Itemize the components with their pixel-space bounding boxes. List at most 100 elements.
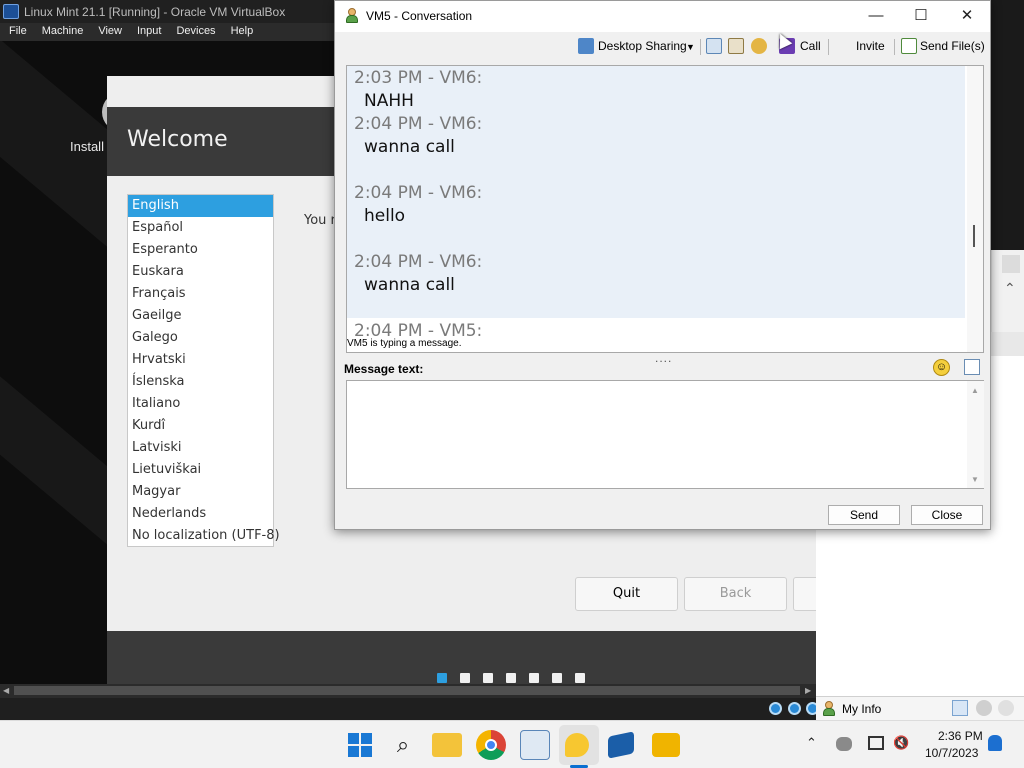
windows-start-icon[interactable] <box>345 730 375 760</box>
message-header: 2:04 PM - VM6: <box>354 183 483 203</box>
message-text: NAHH <box>364 91 414 111</box>
vbox-optical-drive-icon[interactable] <box>788 702 801 715</box>
installer-description: You r <box>304 213 336 228</box>
language-option[interactable]: Español <box>128 217 273 239</box>
step-indicator-dot <box>552 673 562 683</box>
chevron-up-icon[interactable]: ⌃ <box>1004 280 1016 297</box>
message-header: 2:04 PM - VM6: <box>354 114 483 134</box>
file-transfer-icon[interactable] <box>728 38 744 54</box>
virtualbox-icon[interactable] <box>608 731 634 759</box>
dropdown-arrow-icon[interactable]: ▼ <box>686 42 695 52</box>
scroll-right-arrow-icon[interactable]: ▶ <box>805 686 811 695</box>
gear-icon[interactable] <box>751 38 767 54</box>
back-button[interactable]: Back <box>684 577 787 611</box>
language-option[interactable]: Nederlands <box>128 503 273 525</box>
language-option[interactable]: Íslenska <box>128 371 273 393</box>
network-icon[interactable] <box>868 736 884 750</box>
send-file-icon[interactable] <box>901 38 917 54</box>
install-desktop-label[interactable]: Install <box>70 139 104 154</box>
message-history[interactable]: 2:03 PM - VM6: NAHH 2:04 PM - VM6: wanna… <box>346 65 984 353</box>
language-option[interactable]: Gaeilge <box>128 305 273 327</box>
quit-button[interactable]: Quit <box>575 577 678 611</box>
chrome-icon[interactable] <box>476 730 506 760</box>
scroll-down-arrow-icon[interactable]: ▼ <box>971 475 979 484</box>
search-icon[interactable]: ⌕ <box>388 730 418 760</box>
send-button[interactable]: Send <box>828 505 900 525</box>
my-info-label[interactable]: My Info <box>842 702 881 716</box>
menu-file[interactable]: File <box>0 23 33 37</box>
vbox-horizontal-scrollbar[interactable]: ◀ ▶ <box>0 684 816 698</box>
my-info-bar: My Info <box>816 696 1024 720</box>
vbox-storage-icon[interactable] <box>769 702 782 715</box>
history-scrollbar-thumb[interactable] <box>973 225 975 247</box>
menu-machine[interactable]: Machine <box>33 23 90 37</box>
vbox-titlebar[interactable]: Linux Mint 21.1 [Running] - Oracle VM Vi… <box>0 0 336 23</box>
message-input-value[interactable] <box>347 381 983 389</box>
status-offline-icon[interactable] <box>998 700 1014 716</box>
step-indicator-dot <box>483 673 493 683</box>
pane-button[interactable] <box>1002 255 1020 273</box>
language-option[interactable]: Italiano <box>128 393 273 415</box>
vbox-window-title: Linux Mint 21.1 [Running] - Oracle VM Vi… <box>24 5 286 19</box>
status-online-icon[interactable] <box>952 700 968 716</box>
invite-button[interactable]: Invite <box>856 39 885 53</box>
history-scrollbar[interactable] <box>967 66 983 352</box>
onedrive-icon[interactable] <box>836 737 852 751</box>
language-option[interactable]: Galego <box>128 327 273 349</box>
close-icon[interactable]: ✕ <box>952 7 982 25</box>
language-option[interactable]: Lietuviškai <box>128 459 273 481</box>
conversation-title: VM5 - Conversation <box>366 9 473 23</box>
contact-icon <box>822 701 835 717</box>
maximize-icon[interactable]: ☐ <box>906 7 936 25</box>
language-option[interactable]: Euskara <box>128 261 273 283</box>
call-button[interactable]: Call <box>800 39 821 53</box>
scrollbar-thumb[interactable] <box>14 686 800 695</box>
vbox-statusbar <box>0 698 816 720</box>
whiteboard-icon[interactable] <box>706 38 722 54</box>
language-option[interactable]: Latviski <box>128 437 273 459</box>
virtualbox-logo-icon <box>3 4 19 19</box>
messenger-icon[interactable] <box>565 733 589 757</box>
file-explorer-icon[interactable] <box>432 733 462 757</box>
language-option[interactable]: Kurdî <box>128 415 273 437</box>
close-button[interactable]: Close <box>911 505 983 525</box>
step-indicator-dot <box>575 673 585 683</box>
status-away-icon[interactable] <box>976 700 992 716</box>
desktop-sharing-icon[interactable] <box>578 38 594 54</box>
menu-input[interactable]: Input <box>128 23 167 37</box>
message-input-scrollbar[interactable] <box>967 381 984 488</box>
scroll-left-arrow-icon[interactable]: ◀ <box>3 686 9 695</box>
minimize-icon[interactable]: — <box>861 7 891 25</box>
language-list[interactable]: English Español Esperanto Euskara França… <box>127 194 280 547</box>
message-text: wanna call <box>364 137 455 157</box>
menu-devices[interactable]: Devices <box>167 23 221 37</box>
language-option[interactable]: Français <box>128 283 273 305</box>
step-indicator-dot <box>529 673 539 683</box>
emoticon-icon[interactable]: ☺ <box>933 359 950 376</box>
font-format-icon[interactable] <box>964 359 980 375</box>
conversation-titlebar[interactable]: VM5 - Conversation — ☐ ✕ <box>335 1 990 32</box>
menu-view[interactable]: View <box>89 23 128 37</box>
pane-splitter[interactable]: .... <box>655 351 672 365</box>
clock-date[interactable]: 10/7/2023 <box>925 746 978 760</box>
toolbar-separator <box>700 39 701 55</box>
app-icon[interactable] <box>652 733 680 757</box>
step-indicator-dot <box>437 673 447 683</box>
desktop-sharing-button[interactable]: Desktop Sharing <box>598 39 687 53</box>
send-files-button[interactable]: Send File(s) <box>920 39 985 53</box>
show-hidden-icons-chevron-icon[interactable]: ⌃ <box>806 735 817 751</box>
language-option[interactable]: English <box>128 195 273 217</box>
resource-monitor-icon[interactable] <box>520 730 550 760</box>
clock-time[interactable]: 2:36 PM <box>938 729 983 743</box>
scroll-up-arrow-icon[interactable]: ▲ <box>971 386 979 395</box>
continue-button[interactable] <box>793 577 816 611</box>
language-option[interactable]: Hrvatski <box>128 349 273 371</box>
menu-help[interactable]: Help <box>222 23 260 37</box>
language-option[interactable]: Magyar <box>128 481 273 503</box>
volume-muted-icon[interactable]: 🔇 <box>893 735 909 751</box>
message-input[interactable]: ▲ ▼ <box>346 380 984 489</box>
notification-bell-icon[interactable] <box>988 735 1002 751</box>
language-option[interactable]: No localization (UTF-8) <box>128 525 280 547</box>
conversation-window: VM5 - Conversation — ☐ ✕ Desktop Sharing… <box>334 0 991 530</box>
language-option[interactable]: Esperanto <box>128 239 273 261</box>
